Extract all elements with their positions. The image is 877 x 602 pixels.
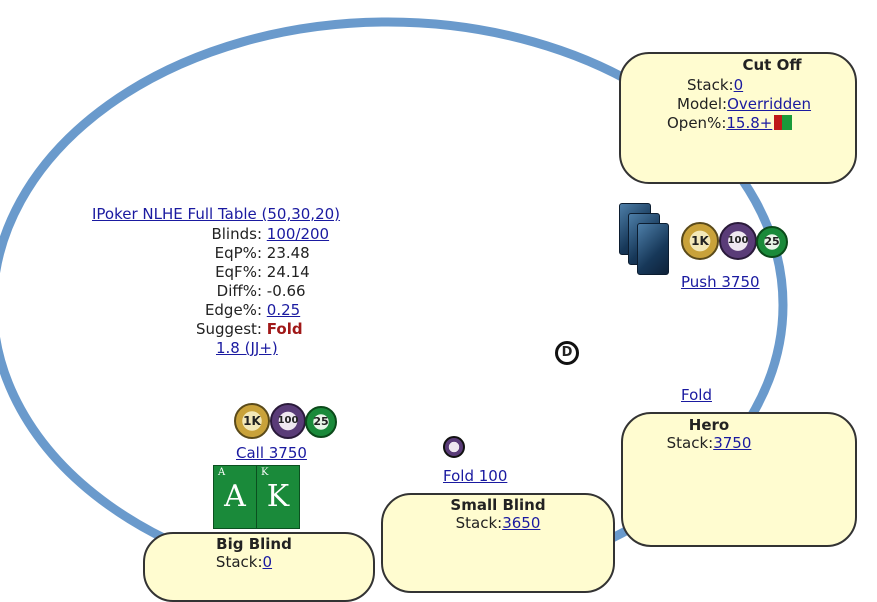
diff-row: Diff%: -0.66 [92,282,306,302]
suggest-label: Suggest: [195,320,262,338]
eqp-label: EqP%: [214,244,262,262]
blinds-value-link[interactable]: 100/200 [267,225,329,243]
cutoff-chip-100-label: 100 [727,235,749,246]
eqf-row: EqF%: 24.14 [92,263,310,283]
cutoff-stack-row: Stack:0 [687,76,855,95]
edge-value-link[interactable]: 0.25 [267,301,300,319]
big-blind-stack-row: Stack:0 [115,553,373,572]
cutoff-stack-link[interactable]: 0 [734,76,744,94]
seat-cutoff-name: Cut Off [742,56,802,74]
small-blind-action-link[interactable]: Fold 100 [443,467,507,485]
big-blind-chip-100-label: 100 [277,415,299,426]
table-title-link[interactable]: IPoker NLHE Full Table (50,30,20) [92,205,340,225]
cutoff-model-row: Model:Overridden [677,95,855,114]
big-blind-action-link[interactable]: Call 3750 [236,444,307,462]
eqf-label: EqF%: [215,263,262,281]
big-blind-chip-25-label: 25 [313,415,329,428]
cutoff-chip-100-icon: 100 [719,222,757,260]
cutoff-stack-label: Stack: [687,76,734,94]
cutoff-card-back-3 [637,223,669,275]
eqp-row: EqP%: 23.48 [92,244,310,264]
small-blind-chip-icon [443,436,465,458]
cutoff-chip-25-icon: 25 [756,226,788,258]
seat-hero[interactable]: Hero Stack:3750 [621,412,857,547]
suggest-row: Suggest: Fold [92,320,303,340]
small-blind-stack-link[interactable]: 3650 [502,514,540,532]
big-blind-chip-1k-icon: 1K [234,403,270,439]
cutoff-open-label: Open%: [667,114,727,132]
cutoff-chip-1k-icon: 1K [681,222,719,260]
dealer-button-icon: D [555,341,579,365]
seat-big-blind-name: Big Blind [216,535,292,553]
hero-card-2: K K [256,465,300,529]
hero-card-1-rank: A [224,479,246,514]
big-blind-stack-label: Stack: [215,553,263,571]
hero-stack-link[interactable]: 3750 [713,434,751,452]
cutoff-chip-25-label: 25 [764,235,780,248]
eqp-value: 23.48 [266,244,310,262]
blinds-label: Blinds: [211,225,262,243]
blinds-row: Blinds: 100/200 [92,225,329,245]
hero-card-1-corner: A [218,467,226,478]
big-blind-chip-25-icon: 25 [305,406,337,438]
seat-small-blind-name: Small Blind [450,496,546,514]
diff-value: -0.66 [266,282,306,300]
cutoff-open-link[interactable]: 15.8+ [726,114,772,132]
diff-label: Diff%: [216,282,262,300]
big-blind-stack-link[interactable]: 0 [263,553,273,571]
edge-label: Edge%: [204,301,262,319]
seat-hero-name: Hero [688,416,730,434]
big-blind-chip-1k-label: 1K [243,414,261,428]
hero-card-2-rank: K [266,479,290,514]
cutoff-chip-1k-label: 1K [691,234,709,248]
small-blind-stack-row: Stack:3650 [383,514,613,533]
seat-cutoff[interactable]: Cut Off Stack:0 Model:Overridden Open%:1… [619,52,857,184]
small-blind-stack-label: Stack: [455,514,503,532]
open-range-color-swatch [774,115,793,130]
cutoff-model-link[interactable]: Overridden [727,95,811,113]
seat-small-blind[interactable]: Small Blind Stack:3650 [381,493,615,593]
big-blind-chip-100-icon: 100 [270,403,306,439]
seat-big-blind[interactable]: Big Blind Stack:0 [143,532,375,602]
hero-stack-row: Stack:3750 [563,434,855,453]
cutoff-model-label: Model: [677,95,728,113]
cutoff-open-row: Open%:15.8+ [667,114,855,133]
hero-action-link[interactable]: Fold [681,386,712,404]
cutoff-action-link[interactable]: Push 3750 [681,273,760,291]
hero-stack-label: Stack: [666,434,714,452]
suggest-value: Fold [266,320,303,338]
hero-card-2-corner: K [261,467,269,478]
hero-card-1: A A [213,465,257,529]
eqf-value: 24.14 [266,263,310,281]
range-row: 1.8 (JJ+) [216,339,278,359]
range-link[interactable]: 1.8 (JJ+) [216,339,278,357]
edge-row: Edge%: 0.25 [92,301,300,321]
